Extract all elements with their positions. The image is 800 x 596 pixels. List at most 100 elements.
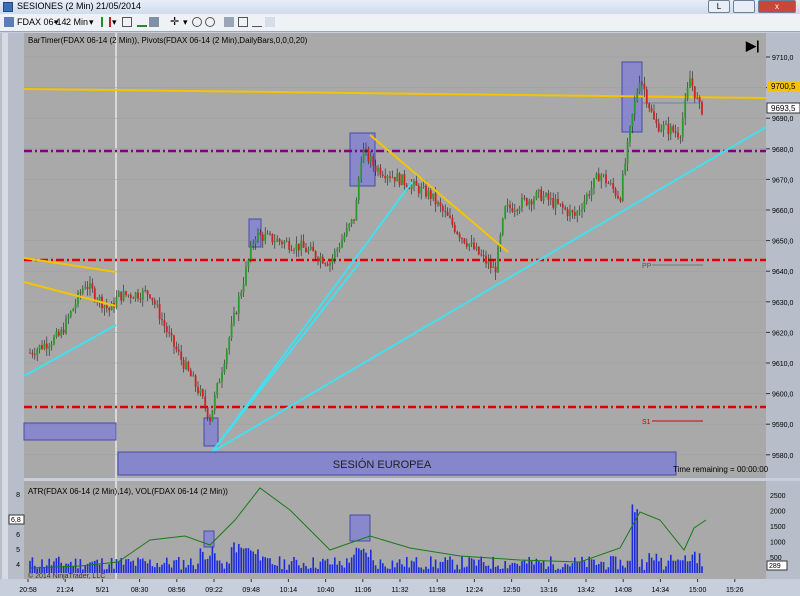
candle-body (612, 183, 615, 189)
candle-body (621, 173, 624, 201)
zoom-in-icon[interactable] (192, 17, 202, 27)
volume-bar (458, 569, 461, 573)
volume-bar (598, 564, 600, 573)
candle-body (319, 256, 322, 262)
volume-bar (434, 559, 437, 573)
candle-body (389, 176, 391, 178)
time-tick-label: 11:06 (354, 587, 371, 594)
draw-tool-icon[interactable] (122, 17, 132, 27)
resistance-price-label: 9700,5 (771, 82, 796, 91)
candle-body (230, 323, 233, 339)
price-tick-label: 9600,0 (772, 392, 794, 399)
candle-body (629, 126, 631, 142)
candle-body (266, 233, 269, 235)
volume-bar (566, 564, 569, 573)
candle-body (173, 335, 175, 347)
bar-type-icon[interactable] (101, 17, 111, 27)
candle-body (525, 198, 528, 206)
chevron-down-icon[interactable]: ▾ (183, 16, 188, 29)
candle-body (561, 204, 564, 208)
candle-body (475, 246, 478, 250)
properties-icon[interactable] (224, 17, 234, 27)
copyright-label: © 2014 NinjaTrader, LLC (28, 572, 105, 580)
candle-body (117, 291, 120, 297)
candle-body (103, 305, 106, 309)
close-button[interactable]: x (758, 0, 796, 13)
candle-body (689, 78, 691, 88)
candle-body (295, 243, 298, 251)
candle-body (141, 290, 144, 300)
instrument-selector[interactable]: FDAX 06-14 (17, 16, 67, 29)
zoom-out-icon[interactable] (205, 17, 215, 27)
candle-body (600, 175, 603, 182)
volume-bar (29, 560, 31, 573)
line-tool-icon[interactable] (252, 17, 262, 27)
volume-bar (190, 558, 192, 573)
candle-body (657, 123, 660, 132)
candle-body (309, 246, 312, 250)
chevron-down-icon[interactable]: ▾ (89, 16, 94, 29)
volume-bar (550, 556, 552, 573)
volume-bar (391, 560, 394, 573)
candle-body (537, 189, 540, 192)
window-title: SESIONES (2 Min) 21/05/2014 (17, 1, 142, 11)
volume-bar (595, 564, 598, 573)
candle-body (127, 294, 130, 296)
candle-body (492, 266, 495, 269)
volume-bar (583, 561, 586, 573)
strategy-icon[interactable] (149, 17, 159, 27)
candle-body (326, 263, 329, 266)
data-box-icon[interactable] (238, 17, 248, 27)
candle-body (331, 258, 334, 264)
candle-body (602, 174, 605, 176)
volume-bar (331, 564, 334, 573)
candle-body (581, 209, 583, 211)
volume-bar (658, 561, 660, 573)
candle-body (29, 352, 31, 354)
candle-body (595, 173, 598, 179)
candle-body (425, 185, 427, 197)
volume-bar (610, 556, 612, 573)
volume-bar (641, 559, 643, 573)
candle-body (653, 111, 655, 120)
volume-bar (456, 564, 458, 573)
candle-body (153, 300, 156, 305)
interval-selector[interactable]: 2 Min (66, 16, 88, 29)
candle-body (247, 259, 250, 267)
candle-body (693, 86, 696, 99)
candle-body (480, 254, 483, 256)
chevron-down-icon[interactable]: ▾ (54, 16, 59, 29)
candle-body (374, 165, 377, 172)
text-tool-icon[interactable] (265, 17, 275, 27)
restore-button[interactable] (733, 0, 755, 13)
volume-indicator-label: ATR(FDAX 06-14 (2 Min),14), VOL(FDAX 06-… (28, 487, 228, 496)
candle-body (415, 181, 418, 186)
volume-bar (581, 556, 583, 573)
volume-bar (286, 569, 288, 573)
scrollbar[interactable] (2, 33, 8, 579)
price-tick-label: 9590,0 (772, 422, 794, 429)
volume-bar (422, 569, 425, 573)
candle-body (554, 198, 557, 208)
volume-bar (238, 543, 240, 573)
volume-bar (662, 569, 665, 573)
candle-body (506, 204, 509, 207)
candle-body (93, 288, 96, 301)
candle-body (557, 198, 559, 204)
volume-bar (348, 562, 350, 573)
candle-body (360, 162, 363, 180)
volume-bar (605, 569, 607, 573)
volume-bar (50, 565, 53, 573)
end-button[interactable]: ▶| (745, 38, 760, 53)
minimize-button[interactable]: L (708, 0, 730, 13)
candle-body (213, 395, 216, 411)
candle-body (216, 383, 219, 396)
volume-bar (149, 559, 151, 573)
volume-bar (48, 558, 50, 573)
chevron-down-icon[interactable]: ▾ (112, 16, 117, 29)
candle-body (441, 205, 444, 211)
candle-body (609, 183, 612, 185)
chart-toolbar: FDAX 06-14 ▾ 2 Min ▾ ▾ ✛ ▾ (0, 14, 800, 32)
indicators-icon[interactable] (137, 17, 147, 27)
crosshair-icon[interactable]: ✛ (170, 16, 179, 29)
